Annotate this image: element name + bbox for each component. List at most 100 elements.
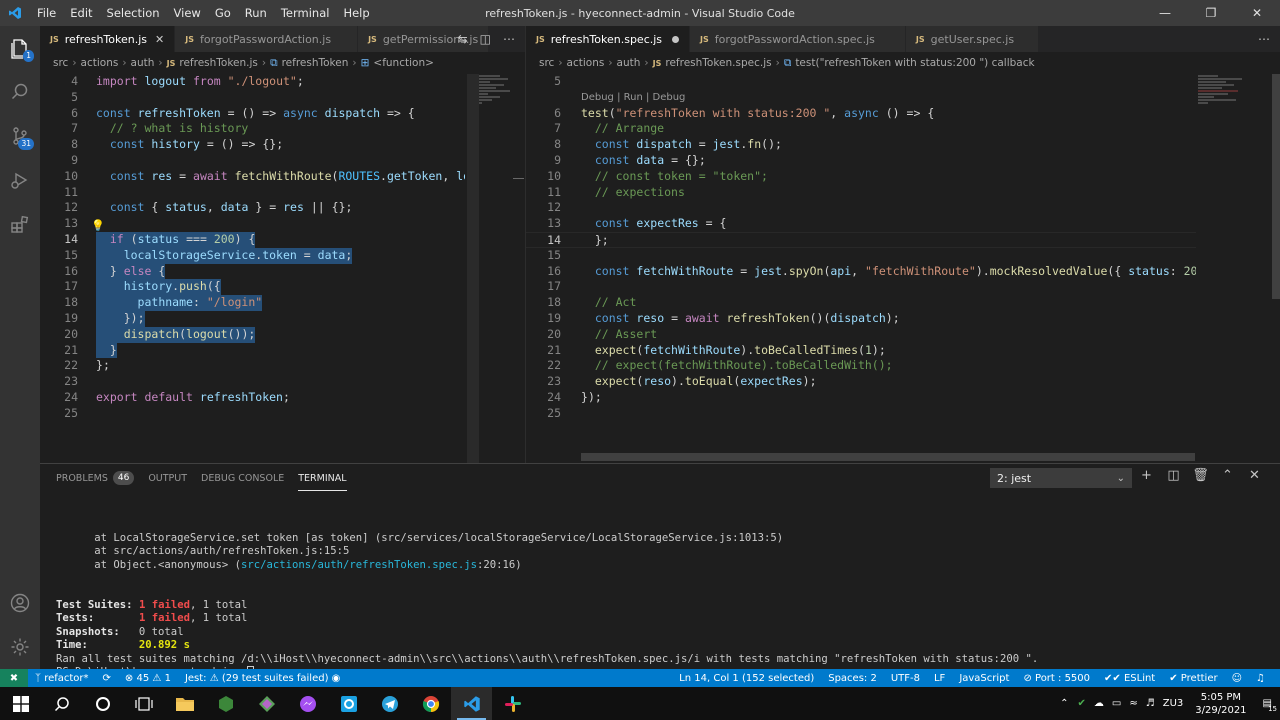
breadcrumb-item[interactable]: test("refreshToken with status:200 ") ca… — [795, 57, 1034, 69]
file-explorer-icon[interactable] — [164, 687, 205, 720]
breadcrumb-item[interactable]: refreshToken.js — [179, 57, 258, 69]
tab-forgotpasswordaction-spec-js[interactable]: JS forgotPasswordAction.spec.js — [690, 26, 906, 52]
menu-edit[interactable]: Edit — [63, 6, 99, 20]
search-icon[interactable] — [0, 70, 40, 114]
breadcrumb-item[interactable]: src — [53, 57, 68, 69]
code-editor-left[interactable]: 4 import logout from "./logout"; 5 6 const r… — [40, 74, 465, 463]
cloud-icon[interactable]: ☁ — [1090, 698, 1108, 709]
breadcrumb-item[interactable]: src — [539, 57, 554, 69]
vscode-logo-icon[interactable] — [0, 0, 30, 26]
tab-refreshtoken-js[interactable]: JS refreshToken.js ✕ — [40, 26, 176, 52]
menu-view[interactable]: View — [167, 6, 208, 20]
split-terminal-icon[interactable]: ◫ — [1160, 468, 1187, 483]
new-terminal-icon[interactable]: + — [1133, 468, 1160, 483]
sync-icon[interactable]: ⟳ — [96, 673, 118, 684]
notifications-bell-icon[interactable]: ♫ — [1249, 673, 1272, 684]
slack-icon[interactable] — [492, 687, 533, 720]
menu-help[interactable]: Help — [336, 6, 376, 20]
search-taskbar-icon[interactable] — [41, 687, 82, 720]
app-o-icon[interactable] — [328, 687, 369, 720]
tab-problems[interactable]: PROBLEMS 46 — [56, 471, 135, 485]
restore-button[interactable]: ❐ — [1188, 0, 1234, 26]
prettier-status[interactable]: ✔ Prettier — [1162, 673, 1224, 684]
manage-gear-icon[interactable] — [0, 625, 40, 669]
volume-icon[interactable]: ♬ — [1142, 698, 1159, 709]
unsaved-dot-icon[interactable] — [672, 35, 680, 43]
close-window-button[interactable]: ✕ — [1234, 0, 1280, 26]
messenger-icon[interactable] — [287, 687, 328, 720]
source-control-icon[interactable]: 31 — [0, 114, 40, 158]
minimize-button[interactable]: — — [1142, 0, 1188, 26]
accounts-icon[interactable] — [0, 581, 40, 625]
branch-icon: ᛉ — [35, 672, 45, 684]
jest-status[interactable]: Jest: ⚠ (29 test suites failed) ◉ — [178, 673, 347, 684]
gitkraken-icon[interactable] — [246, 687, 287, 720]
cursor-position[interactable]: Ln 14, Col 1 (152 selected) — [672, 673, 821, 684]
lightbulb-icon[interactable]: 💡 — [91, 218, 105, 234]
eslint-status[interactable]: ✔✔ ESLint — [1097, 673, 1162, 684]
close-panel-icon[interactable]: ✕ — [1241, 468, 1268, 483]
menu-go[interactable]: Go — [208, 6, 238, 20]
breadcrumb-item[interactable]: actions — [567, 57, 605, 69]
language-mode[interactable]: JavaScript — [952, 673, 1016, 684]
breadcrumb-item[interactable]: actions — [81, 57, 119, 69]
input-language[interactable]: ZU3 — [1159, 698, 1188, 709]
run-debug-icon[interactable] — [0, 158, 40, 202]
maximize-panel-icon[interactable]: ⌃ — [1214, 468, 1241, 483]
compare-changes-icon[interactable]: ⇆ — [452, 32, 474, 46]
chevron-up-icon[interactable]: ⌃ — [1055, 698, 1073, 709]
chrome-icon[interactable] — [410, 687, 451, 720]
scrollbar-right[interactable] — [1272, 74, 1280, 299]
menu-file[interactable]: File — [30, 6, 63, 20]
breadcrumb-item[interactable]: refreshToken — [282, 57, 349, 69]
remote-indicator-icon[interactable]: ✖ — [0, 669, 28, 687]
tab-refreshtoken-spec-js[interactable]: JS refreshToken.spec.js — [526, 26, 691, 52]
battery-icon[interactable]: ▭ — [1108, 698, 1125, 709]
breadcrumb-item[interactable]: <function> — [373, 57, 434, 69]
notification-center-icon[interactable]: ▤ 15 — [1255, 698, 1280, 713]
terminal-select[interactable]: 2: jest ⌄ — [990, 468, 1132, 488]
end-of-line[interactable]: LF — [927, 673, 952, 684]
minimap-right[interactable] — [1198, 74, 1243, 124]
breadcrumb-item[interactable]: auth — [131, 57, 155, 69]
extensions-icon[interactable] — [0, 202, 40, 246]
problems-status[interactable]: ⊗ 45 ⚠ 1 — [118, 673, 178, 684]
nodejs-icon[interactable] — [205, 687, 246, 720]
tab-output[interactable]: OUTPUT — [148, 473, 187, 484]
terminal-file-link[interactable]: src/actions/auth/refreshToken.spec.js — [241, 559, 477, 571]
split-editor-icon[interactable]: ◫ — [474, 32, 497, 46]
menu-selection[interactable]: Selection — [100, 6, 167, 20]
indentation[interactable]: Spaces: 2 — [821, 673, 884, 684]
clock[interactable]: 5:05 PM 3/29/2021 — [1187, 691, 1254, 717]
terminal-output[interactable]: at LocalStorageService.set token [as tok… — [56, 532, 1038, 679]
shield-check-icon[interactable]: ✔ — [1074, 698, 1090, 709]
close-tab-icon[interactable]: ✕ — [155, 33, 164, 46]
task-view-icon[interactable] — [123, 687, 164, 720]
telegram-icon[interactable] — [369, 687, 410, 720]
tab-getuser-spec-js[interactable]: JS getUser.spec.js — [905, 26, 1040, 52]
code-editor-right[interactable]: 5 Debug | Run | Debug 6 test("refreshToken … — [526, 74, 1196, 463]
branch-status[interactable]: ᛉ refactor* — [28, 673, 96, 684]
scrollbar-left[interactable] — [467, 74, 479, 463]
explorer-icon[interactable]: 1 — [0, 26, 40, 70]
feedback-icon[interactable]: ☺ — [1225, 673, 1249, 684]
tab-terminal[interactable]: TERMINAL — [298, 473, 347, 491]
more-actions-icon[interactable]: ⋯ — [497, 32, 521, 46]
kill-terminal-icon[interactable]: 🗑 — [1187, 468, 1214, 483]
tab-debug-console[interactable]: DEBUG CONSOLE — [201, 473, 284, 484]
start-windows-icon[interactable] — [0, 687, 41, 720]
warning-icon: ⚠ — [152, 672, 165, 684]
menu-terminal[interactable]: Terminal — [274, 6, 337, 20]
codelens[interactable]: Debug | Run | Debug — [526, 90, 1196, 106]
vscode-taskbar-icon[interactable] — [451, 687, 492, 720]
wifi-icon[interactable]: ≈ — [1125, 698, 1141, 709]
breadcrumb-item[interactable]: auth — [617, 57, 641, 69]
encoding[interactable]: UTF-8 — [884, 673, 927, 684]
cortana-circle-icon[interactable] — [82, 687, 123, 720]
breadcrumb-item[interactable]: refreshToken.spec.js — [665, 57, 771, 69]
tab-forgotpasswordaction-js[interactable]: JS forgotPasswordAction.js — [175, 26, 359, 52]
live-server-port[interactable]: ⊘ Port : 5500 — [1016, 673, 1097, 684]
more-actions-icon[interactable]: ⋯ — [1252, 32, 1276, 46]
menu-run[interactable]: Run — [238, 6, 274, 20]
horizontal-scrollbar-right[interactable] — [581, 453, 1195, 461]
